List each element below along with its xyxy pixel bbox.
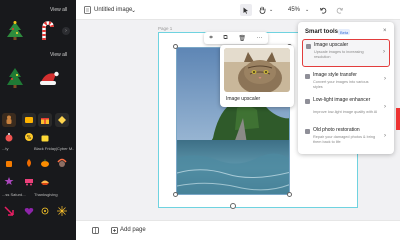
tool-name: Old photo restoration (313, 127, 360, 133)
category-label: Thanksgiving (34, 192, 58, 197)
coffee-cup-sticker[interactable] (2, 156, 16, 170)
page-label: Page 1 (158, 26, 173, 31)
close-icon[interactable]: × (383, 28, 387, 34)
top-toolbar: Untitled image ⌄ ⌄ 45% ⌄ (76, 0, 400, 20)
tool-preview-popup: Image upscaler (220, 45, 294, 107)
category-label: ...ss Saturd... (2, 192, 26, 197)
sticker-sidebar: View all › View all % ...ty Black Friday… (0, 0, 76, 240)
chevron-down-icon[interactable]: ⌄ (305, 4, 309, 16)
style-transfer-icon (305, 74, 310, 79)
add-page-button[interactable]: Add page (120, 227, 146, 233)
sparkle-sticker[interactable] (38, 204, 52, 218)
sale-tag-sticker[interactable] (22, 113, 36, 127)
panel-edge-tab[interactable] (396, 108, 400, 130)
chevron-right-icon: › (384, 133, 386, 139)
smart-tools-panel: Smart tools Beta × Image upscaler Upscal… (298, 22, 394, 154)
crop-icon[interactable]: ⌗ (209, 35, 212, 42)
star-sticker[interactable] (2, 174, 16, 188)
zoom-level[interactable]: 45% (288, 4, 300, 16)
tool-low-light-enhancer[interactable]: Low-light image enhancer Improve low-lig… (302, 95, 390, 123)
tool-description: Upscale images to increasing resolution (314, 50, 364, 59)
image-context-toolbar: ⌗ ⧉ 🗑 ··· (204, 32, 268, 44)
document-icon (82, 4, 92, 16)
panel-title: Smart tools (305, 29, 339, 35)
percent-badge-sticker[interactable]: % (22, 130, 36, 144)
tool-name: Image style transfer (313, 72, 357, 78)
bottom-bar: Add page (76, 220, 400, 240)
black-friday-sticker[interactable] (55, 113, 69, 127)
select-tool-icon[interactable] (240, 4, 252, 16)
christmas-tree-sticker[interactable] (4, 20, 26, 42)
candy-cane-sticker[interactable] (36, 20, 58, 42)
add-page-icon[interactable] (111, 227, 118, 234)
cart-sticker[interactable] (22, 174, 36, 188)
santa-hat-sticker[interactable] (36, 66, 62, 90)
copy-icon[interactable]: ⧉ (223, 35, 227, 42)
tool-image-upscaler[interactable]: Image upscaler Upscale images to increas… (302, 39, 390, 67)
chevron-right-icon: › (384, 104, 386, 110)
document-title[interactable]: Untitled image (94, 4, 132, 16)
heart-sticker[interactable] (22, 204, 36, 218)
chevron-right-icon: › (383, 49, 385, 55)
beta-badge: Beta (338, 29, 351, 35)
tool-description: Improve low-light image quality with AI (313, 110, 378, 114)
delete-icon[interactable]: 🗑 (238, 35, 246, 42)
preview-title: Image upscaler (226, 96, 261, 102)
redo-icon[interactable] (334, 4, 344, 16)
pumpkin-sticker[interactable] (38, 156, 52, 170)
resize-handle[interactable] (173, 44, 178, 49)
more-icon[interactable]: ··· (257, 35, 263, 41)
chevron-right-icon: › (384, 76, 386, 82)
firework-sticker[interactable] (55, 204, 69, 218)
arrow-sticker[interactable] (2, 204, 16, 218)
enhance-icon (305, 99, 310, 104)
upscale-icon (306, 44, 311, 49)
ornament-sticker[interactable] (2, 130, 16, 144)
view-all-link[interactable]: View all (50, 7, 67, 13)
tool-image-style-transfer[interactable]: Image style transfer Convert your images… (302, 70, 390, 92)
shopping-bag-sticker[interactable] (38, 130, 52, 144)
view-all-link[interactable]: View all (50, 52, 67, 58)
gingerbread-sticker[interactable] (2, 113, 16, 127)
pie-sticker[interactable] (38, 174, 52, 188)
christmas-tree-sticker[interactable] (4, 66, 26, 90)
category-label: Black Friday|Cyber M... (34, 146, 74, 151)
tool-name: Low-light image enhancer (313, 97, 371, 103)
undo-icon[interactable] (318, 4, 328, 16)
rotate-handle[interactable] (230, 203, 236, 209)
leaf-sticker[interactable] (22, 156, 36, 170)
chevron-down-icon[interactable]: ⌄ (269, 4, 273, 16)
cat-preview-image (224, 48, 290, 92)
turkey-sticker[interactable] (55, 156, 69, 170)
hand-tool-icon[interactable] (256, 4, 268, 16)
tool-description: Convert your images into various styles (313, 80, 369, 89)
grid-view-icon[interactable] (92, 227, 99, 234)
tool-description: Repair your damaged photos & bring them … (313, 135, 376, 144)
tool-old-photo-restoration[interactable]: Old photo restoration Repair your damage… (302, 125, 390, 151)
tool-name: Image upscaler (314, 42, 349, 48)
resize-handle[interactable] (173, 192, 178, 197)
scroll-right-icon[interactable]: › (62, 27, 70, 35)
restore-icon (305, 129, 310, 134)
chevron-down-icon[interactable]: ⌄ (131, 4, 136, 16)
svg-text:%: % (27, 135, 32, 141)
gift-box-sticker[interactable] (38, 113, 52, 127)
resize-handle[interactable] (287, 192, 292, 197)
category-label: ...ty (2, 146, 9, 151)
